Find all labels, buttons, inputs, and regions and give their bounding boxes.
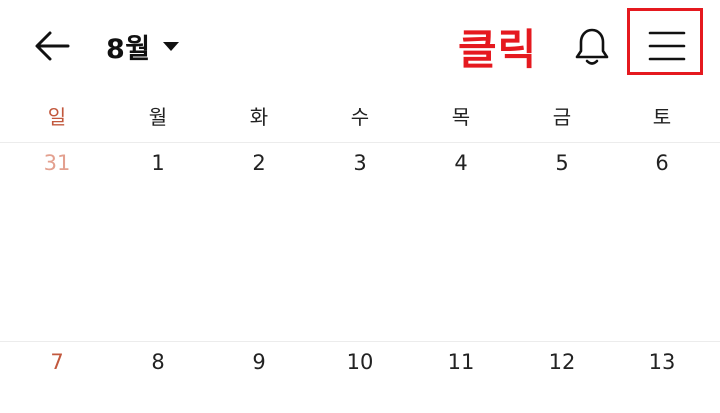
weekday-header: 일 월 화 수 목 금 토 — [0, 100, 720, 134]
day-cell[interactable]: 12 — [532, 342, 592, 382]
weekday-fri: 금 — [552, 105, 572, 129]
day-cell[interactable]: 31 — [27, 143, 87, 183]
calendar-header: 8월 클릭 — [0, 0, 720, 92]
back-button[interactable] — [28, 22, 76, 70]
notification-button[interactable] — [570, 24, 614, 68]
click-annotation: 클릭 — [458, 25, 538, 74]
day-cell[interactable]: 7 — [27, 342, 87, 382]
caret-down-icon — [162, 41, 179, 51]
bell-icon — [575, 28, 609, 65]
day-cell[interactable]: 3 — [330, 143, 390, 183]
day-cell[interactable]: 4 — [431, 143, 491, 183]
weekday-wed: 수 — [350, 105, 370, 129]
day-cell[interactable]: 9 — [229, 342, 289, 382]
month-selector[interactable]: 8월 — [106, 26, 179, 66]
weekday-mon: 월 — [148, 105, 168, 129]
day-cell[interactable]: 13 — [632, 342, 692, 382]
weekday-sun: 일 — [47, 105, 67, 129]
arrow-left-icon — [35, 31, 70, 61]
week-row: 31 1 2 3 4 5 6 — [0, 143, 720, 183]
weekday-sat: 토 — [652, 105, 672, 129]
month-label: 8월 — [106, 33, 151, 65]
menu-button[interactable] — [646, 26, 688, 66]
day-cell[interactable]: 1 — [128, 143, 188, 183]
day-cell[interactable]: 5 — [532, 143, 592, 183]
day-cell[interactable]: 2 — [229, 143, 289, 183]
weekday-thu: 목 — [451, 105, 471, 129]
day-cell[interactable]: 8 — [128, 342, 188, 382]
day-cell[interactable]: 6 — [632, 143, 692, 183]
weekday-tue: 화 — [249, 105, 269, 129]
day-cell[interactable]: 11 — [431, 342, 491, 382]
day-cell[interactable]: 10 — [330, 342, 390, 382]
hamburger-menu-icon — [648, 31, 686, 61]
week-row: 7 8 9 10 11 12 13 — [0, 342, 720, 382]
